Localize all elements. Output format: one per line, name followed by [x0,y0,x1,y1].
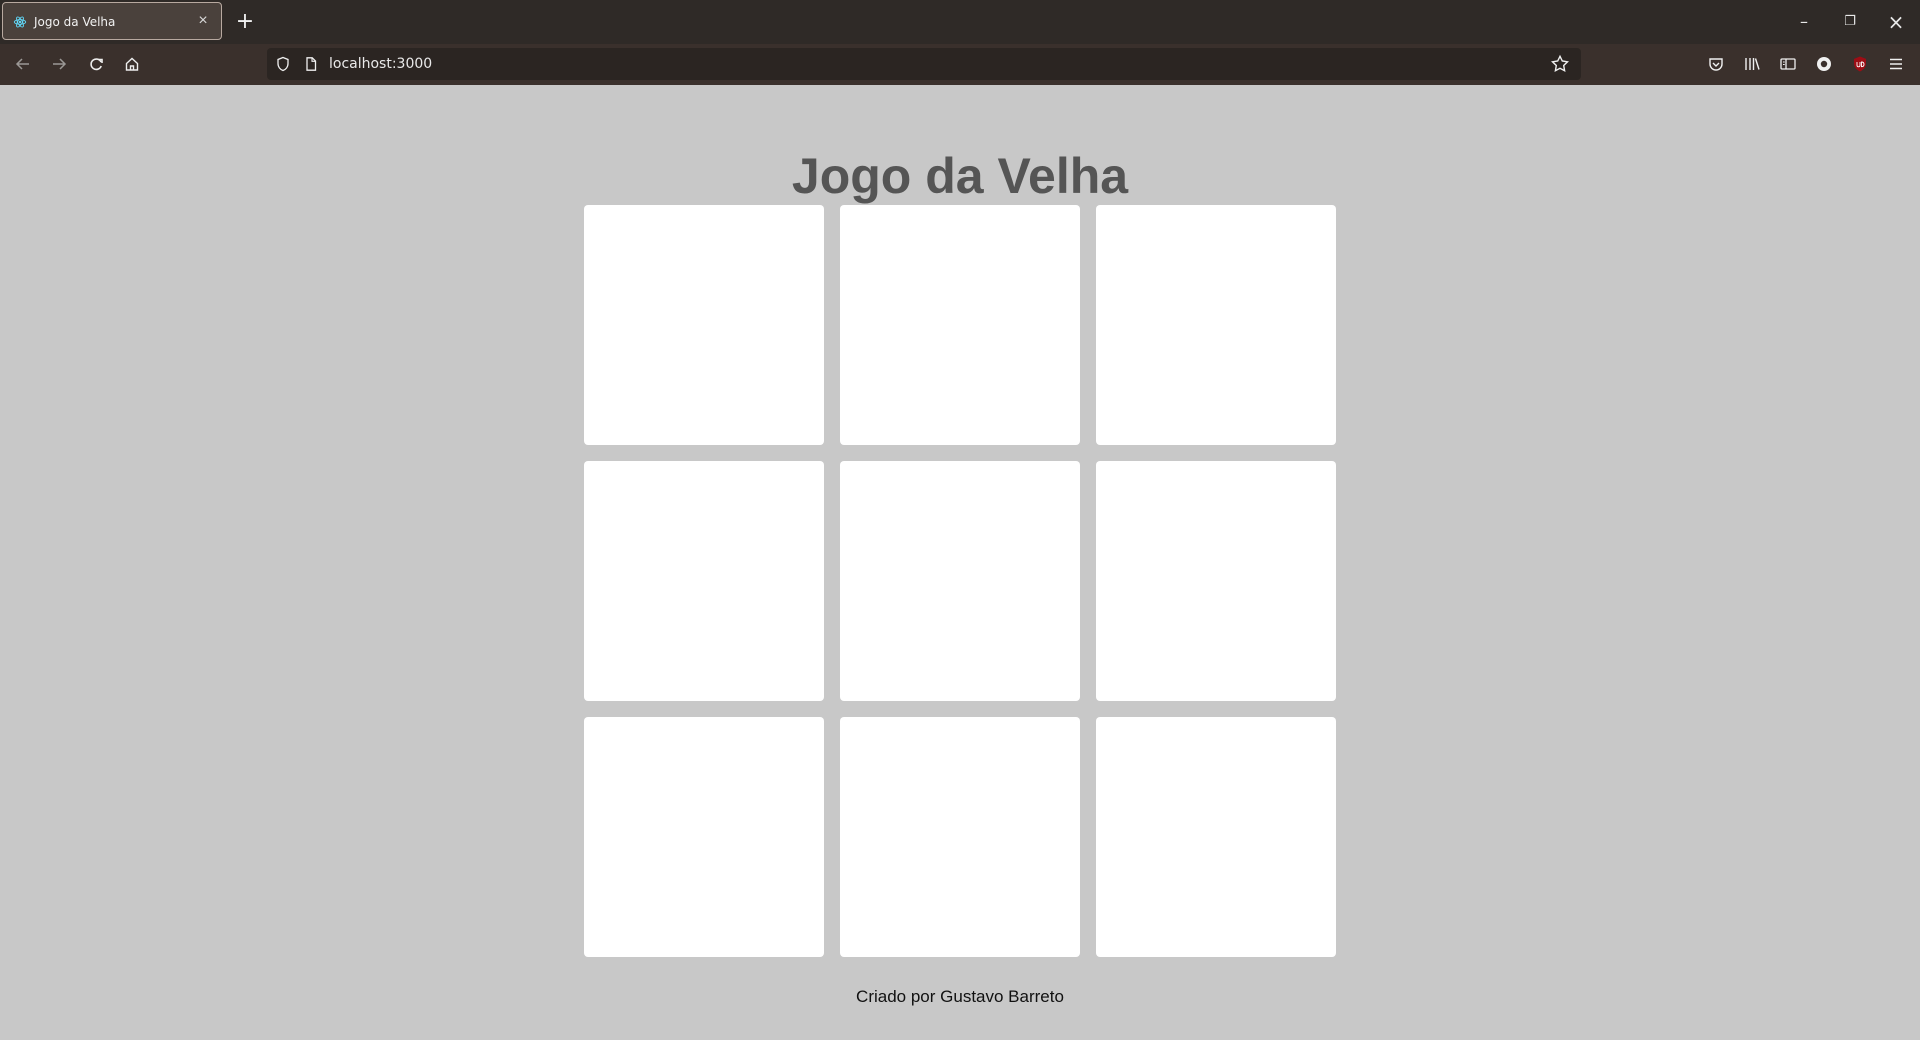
arrow-right-icon [53,58,67,70]
restore-button[interactable]: ❐ [1837,10,1863,34]
page-title: Jogo da Velha [791,147,1129,204]
reload-icon [90,58,103,71]
account-button[interactable] [1814,54,1834,74]
forward-button[interactable] [47,52,71,76]
shield-icon [277,56,289,72]
navigation-toolbar: localhost:3000 [0,44,1920,85]
tab-title: Jogo da Velha [34,15,116,29]
library-button[interactable] [1742,54,1762,74]
active-tab[interactable]: Jogo da Velha × [2,2,222,40]
address-bar[interactable]: localhost:3000 [267,48,1581,80]
star-icon[interactable] [1550,54,1570,74]
board-cell-2[interactable] [840,205,1080,445]
hamburger-menu-icon [1890,58,1902,70]
window-close-button[interactable]: × [1883,10,1909,34]
tic-tac-toe-board [584,205,1336,957]
page-icon [306,57,317,71]
home-icon [125,57,139,71]
browser-chrome: Jogo da Velha × + – ❐ × localhost:3000 [0,0,1920,85]
account-icon [1817,57,1831,71]
minimize-button[interactable]: – [1791,10,1817,34]
new-tab-button[interactable]: + [233,10,257,34]
board-cell-4[interactable] [584,461,824,701]
react-atom-icon [13,16,27,28]
url-text[interactable]: localhost:3000 [329,56,432,72]
board-cell-9[interactable] [1096,717,1336,957]
ublock-button[interactable] [1850,54,1870,74]
credit-text: Criado por Gustavo Barreto [856,987,1064,1006]
board-cell-5[interactable] [840,461,1080,701]
menu-button[interactable] [1886,54,1906,74]
board-cell-8[interactable] [840,717,1080,957]
pocket-button[interactable] [1706,54,1726,74]
tab-bar: Jogo da Velha × + – ❐ × [0,0,1920,44]
ublock-icon [1854,56,1866,72]
sidebar-icon [1780,58,1796,70]
back-button[interactable] [11,52,35,76]
arrow-left-icon [15,58,29,70]
board-cell-7[interactable] [584,717,824,957]
board-cell-3[interactable] [1096,205,1336,445]
tab-close-icon[interactable]: × [193,11,213,31]
game-page: Jogo da Velha Criado por Gustavo Barreto [0,85,1920,1040]
sidebar-button[interactable] [1778,54,1798,74]
home-button[interactable] [120,52,144,76]
board-cell-1[interactable] [584,205,824,445]
pocket-icon [1709,58,1723,71]
library-icon [1745,58,1760,70]
board-cell-6[interactable] [1096,461,1336,701]
reload-button[interactable] [84,52,108,76]
